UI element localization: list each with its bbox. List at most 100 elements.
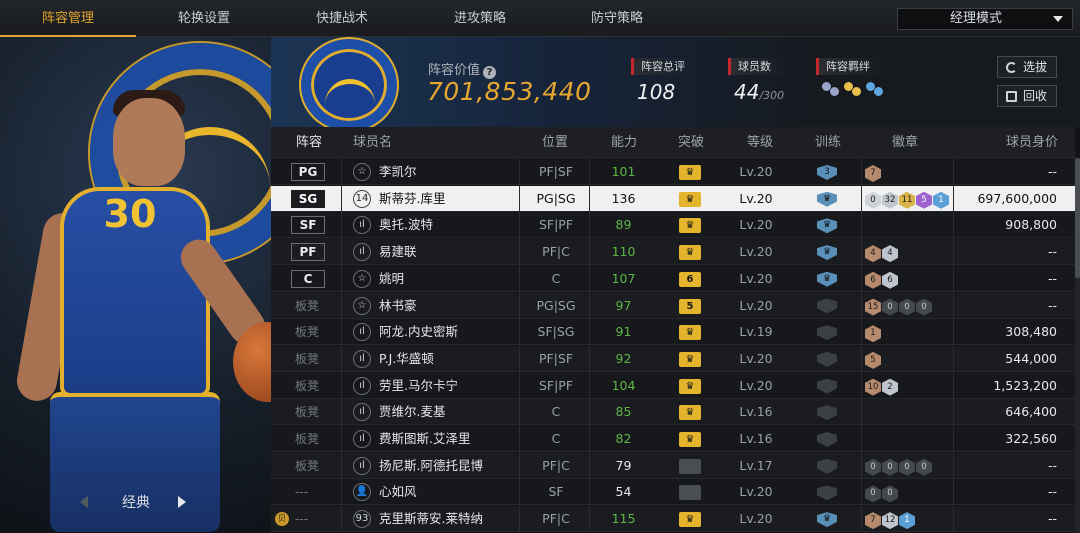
col-level[interactable]: 等级 [747, 127, 773, 158]
badge-icon[interactable]: 11 [899, 191, 915, 209]
recycle-button[interactable]: 回收 [997, 85, 1057, 107]
tab-quick-tactics[interactable]: 快捷战术 [274, 0, 410, 37]
badge-icon[interactable]: 0 [882, 298, 898, 316]
badge-icon[interactable]: 0 [916, 298, 932, 316]
col-badges[interactable]: 徽章 [892, 127, 918, 158]
training-icon[interactable]: ♛ [817, 271, 837, 287]
prev-arrow-icon[interactable] [80, 496, 88, 508]
badge-icon[interactable]: 6 [865, 271, 881, 289]
player-name[interactable]: 费斯图斯.艾泽里 [379, 426, 470, 452]
lineup-slot[interactable]: 板凳 [295, 293, 319, 319]
lineup-slot[interactable]: 板凳 [295, 426, 319, 452]
scrollbar[interactable] [1075, 158, 1080, 533]
training-icon[interactable] [817, 458, 837, 474]
player-name[interactable]: 林书豪 [379, 293, 417, 319]
player-name[interactable]: 易建联 [379, 239, 417, 265]
player-name[interactable]: 克里斯蒂安.莱特纳 [379, 506, 483, 532]
badge-icon[interactable]: 0 [865, 485, 881, 503]
training-icon[interactable] [817, 298, 837, 314]
mode-select[interactable]: 经理模式 [897, 8, 1073, 30]
col-position[interactable]: 位置 [542, 127, 568, 158]
badge-icon[interactable]: 4 [882, 245, 898, 263]
table-row[interactable]: 板凳 ıl P.J.华盛顿 PF|SF 92 ♛ Lv.20 5 544,000 [271, 345, 1075, 372]
table-row[interactable]: C ☆ 姚明 C 107 6 Lv.20 ♛ 6 6 -- [271, 265, 1075, 292]
tab-lineup[interactable]: 阵容管理 [0, 0, 136, 37]
lineup-slot[interactable]: --- [295, 479, 308, 505]
player-name[interactable]: 李凯尔 [379, 159, 417, 185]
badge-icon[interactable]: 12 [882, 512, 898, 530]
bond-icon-3[interactable] [865, 82, 885, 98]
lineup-slot[interactable]: --- [295, 506, 308, 532]
lineup-slot[interactable]: 板凳 [295, 346, 319, 372]
table-row[interactable]: --- 👤 心如风 SF 54 Lv.20 0 0 -- [271, 479, 1075, 506]
training-icon[interactable] [817, 405, 837, 421]
badge-icon[interactable]: 0 [865, 458, 881, 476]
badge-icon[interactable]: 0 [865, 191, 881, 209]
badge-icon[interactable]: 7 [865, 165, 881, 182]
lineup-slot[interactable]: PG [291, 163, 325, 181]
table-row[interactable]: 板凳 ☆ 林书豪 PG|SG 97 5 Lv.20 15 0 0 0 -- [271, 292, 1075, 319]
next-arrow-icon[interactable] [178, 496, 186, 508]
player-name[interactable]: P.J.华盛顿 [379, 346, 434, 372]
badge-icon[interactable]: 7 [865, 512, 881, 530]
training-icon[interactable]: ♛ [817, 218, 837, 234]
col-value[interactable]: 球员身价 [1006, 127, 1058, 158]
player-name[interactable]: 劳里.马尔卡宁 [379, 373, 458, 399]
training-icon[interactable] [817, 485, 837, 501]
badge-icon[interactable]: 0 [899, 458, 915, 476]
badge-icon[interactable]: 1 [899, 512, 915, 530]
col-ability[interactable]: 能力 [611, 127, 637, 158]
table-row[interactable]: 板凳 ıl 费斯图斯.艾泽里 C 82 ♛ Lv.16 322,560 [271, 426, 1075, 452]
col-training[interactable]: 训练 [815, 127, 841, 158]
badge-icon[interactable]: 0 [882, 458, 898, 476]
badge-icon[interactable]: 32 [882, 191, 898, 209]
badge-icon[interactable]: 5 [865, 351, 881, 369]
col-breakthrough[interactable]: 突破 [678, 127, 704, 158]
table-row[interactable]: 板凳 ıl 贾维尔.麦基 C 85 ♛ Lv.16 646,400 [271, 399, 1075, 426]
tab-rotation[interactable]: 轮换设置 [136, 0, 272, 37]
player-name[interactable]: 奥托.波特 [379, 212, 433, 238]
table-row[interactable]: SG 14 斯蒂芬.库里 PG|SG 136 ♛ Lv.20 ♛ 0 32 11 5 1 697,600,… [271, 185, 1075, 212]
badge-icon[interactable]: 10 [865, 378, 881, 396]
player-name[interactable]: 斯蒂芬.库里 [379, 186, 445, 212]
lineup-slot[interactable]: 板凳 [295, 373, 319, 399]
player-name[interactable]: 贾维尔.麦基 [379, 399, 445, 425]
lineup-slot[interactable]: 板凳 [295, 399, 319, 425]
training-icon[interactable]: ♛ [817, 245, 837, 261]
table-row[interactable]: SF ıl 奥托.波特 SF|PF 89 ♛ Lv.20 ♛ 908,800 [271, 212, 1075, 239]
badge-icon[interactable]: 0 [916, 458, 932, 476]
training-icon[interactable] [817, 351, 837, 367]
col-name[interactable]: 球员名 [353, 127, 392, 158]
badge-icon[interactable]: 1 [865, 325, 881, 343]
badge-icon[interactable]: 0 [882, 485, 898, 503]
badge-icon[interactable]: 1 [933, 191, 949, 209]
tab-offense[interactable]: 进攻策略 [412, 0, 548, 37]
badge-icon[interactable]: 5 [916, 191, 932, 209]
tab-defense[interactable]: 防守策略 [549, 0, 685, 37]
badge-icon[interactable]: 2 [882, 378, 898, 396]
lineup-slot[interactable]: SF [291, 216, 325, 235]
bond-icon-2[interactable] [843, 82, 863, 98]
player-name[interactable]: 姚明 [379, 266, 404, 292]
player-name[interactable]: 阿龙.内史密斯 [379, 319, 458, 345]
badge-icon[interactable]: 0 [899, 298, 915, 316]
training-icon[interactable] [817, 325, 837, 341]
lineup-slot[interactable]: PF [291, 243, 325, 262]
table-row[interactable]: 板凳 ıl 阿龙.内史密斯 SF|SG 91 ♛ Lv.19 1 308,480 [271, 319, 1075, 346]
table-row[interactable]: 板凳 ıl 劳里.马尔卡宁 SF|PF 104 ♛ Lv.20 10 2 1,523,200 [271, 372, 1075, 399]
training-icon[interactable] [817, 378, 837, 394]
scrollbar-thumb[interactable] [1075, 158, 1080, 278]
lineup-slot[interactable]: C [291, 269, 325, 288]
training-icon[interactable]: ♛ [817, 191, 837, 207]
badge-icon[interactable]: 4 [865, 245, 881, 263]
player-name[interactable]: 心如风 [379, 479, 417, 505]
training-icon[interactable]: 3 [817, 165, 837, 180]
col-lineup[interactable]: 阵容 [296, 127, 322, 158]
training-icon[interactable]: ♛ [817, 512, 837, 528]
table-row[interactable]: 板凳 ıl 扬尼斯.阿德托昆博 PF|C 79 Lv.17 0 0 0 0 -- [271, 452, 1075, 479]
training-icon[interactable] [817, 432, 837, 447]
lineup-slot[interactable]: 板凳 [295, 453, 319, 479]
lineup-slot[interactable]: SG [291, 189, 325, 208]
lineup-slot[interactable]: 板凳 [295, 319, 319, 345]
player-name[interactable]: 扬尼斯.阿德托昆博 [379, 453, 483, 479]
